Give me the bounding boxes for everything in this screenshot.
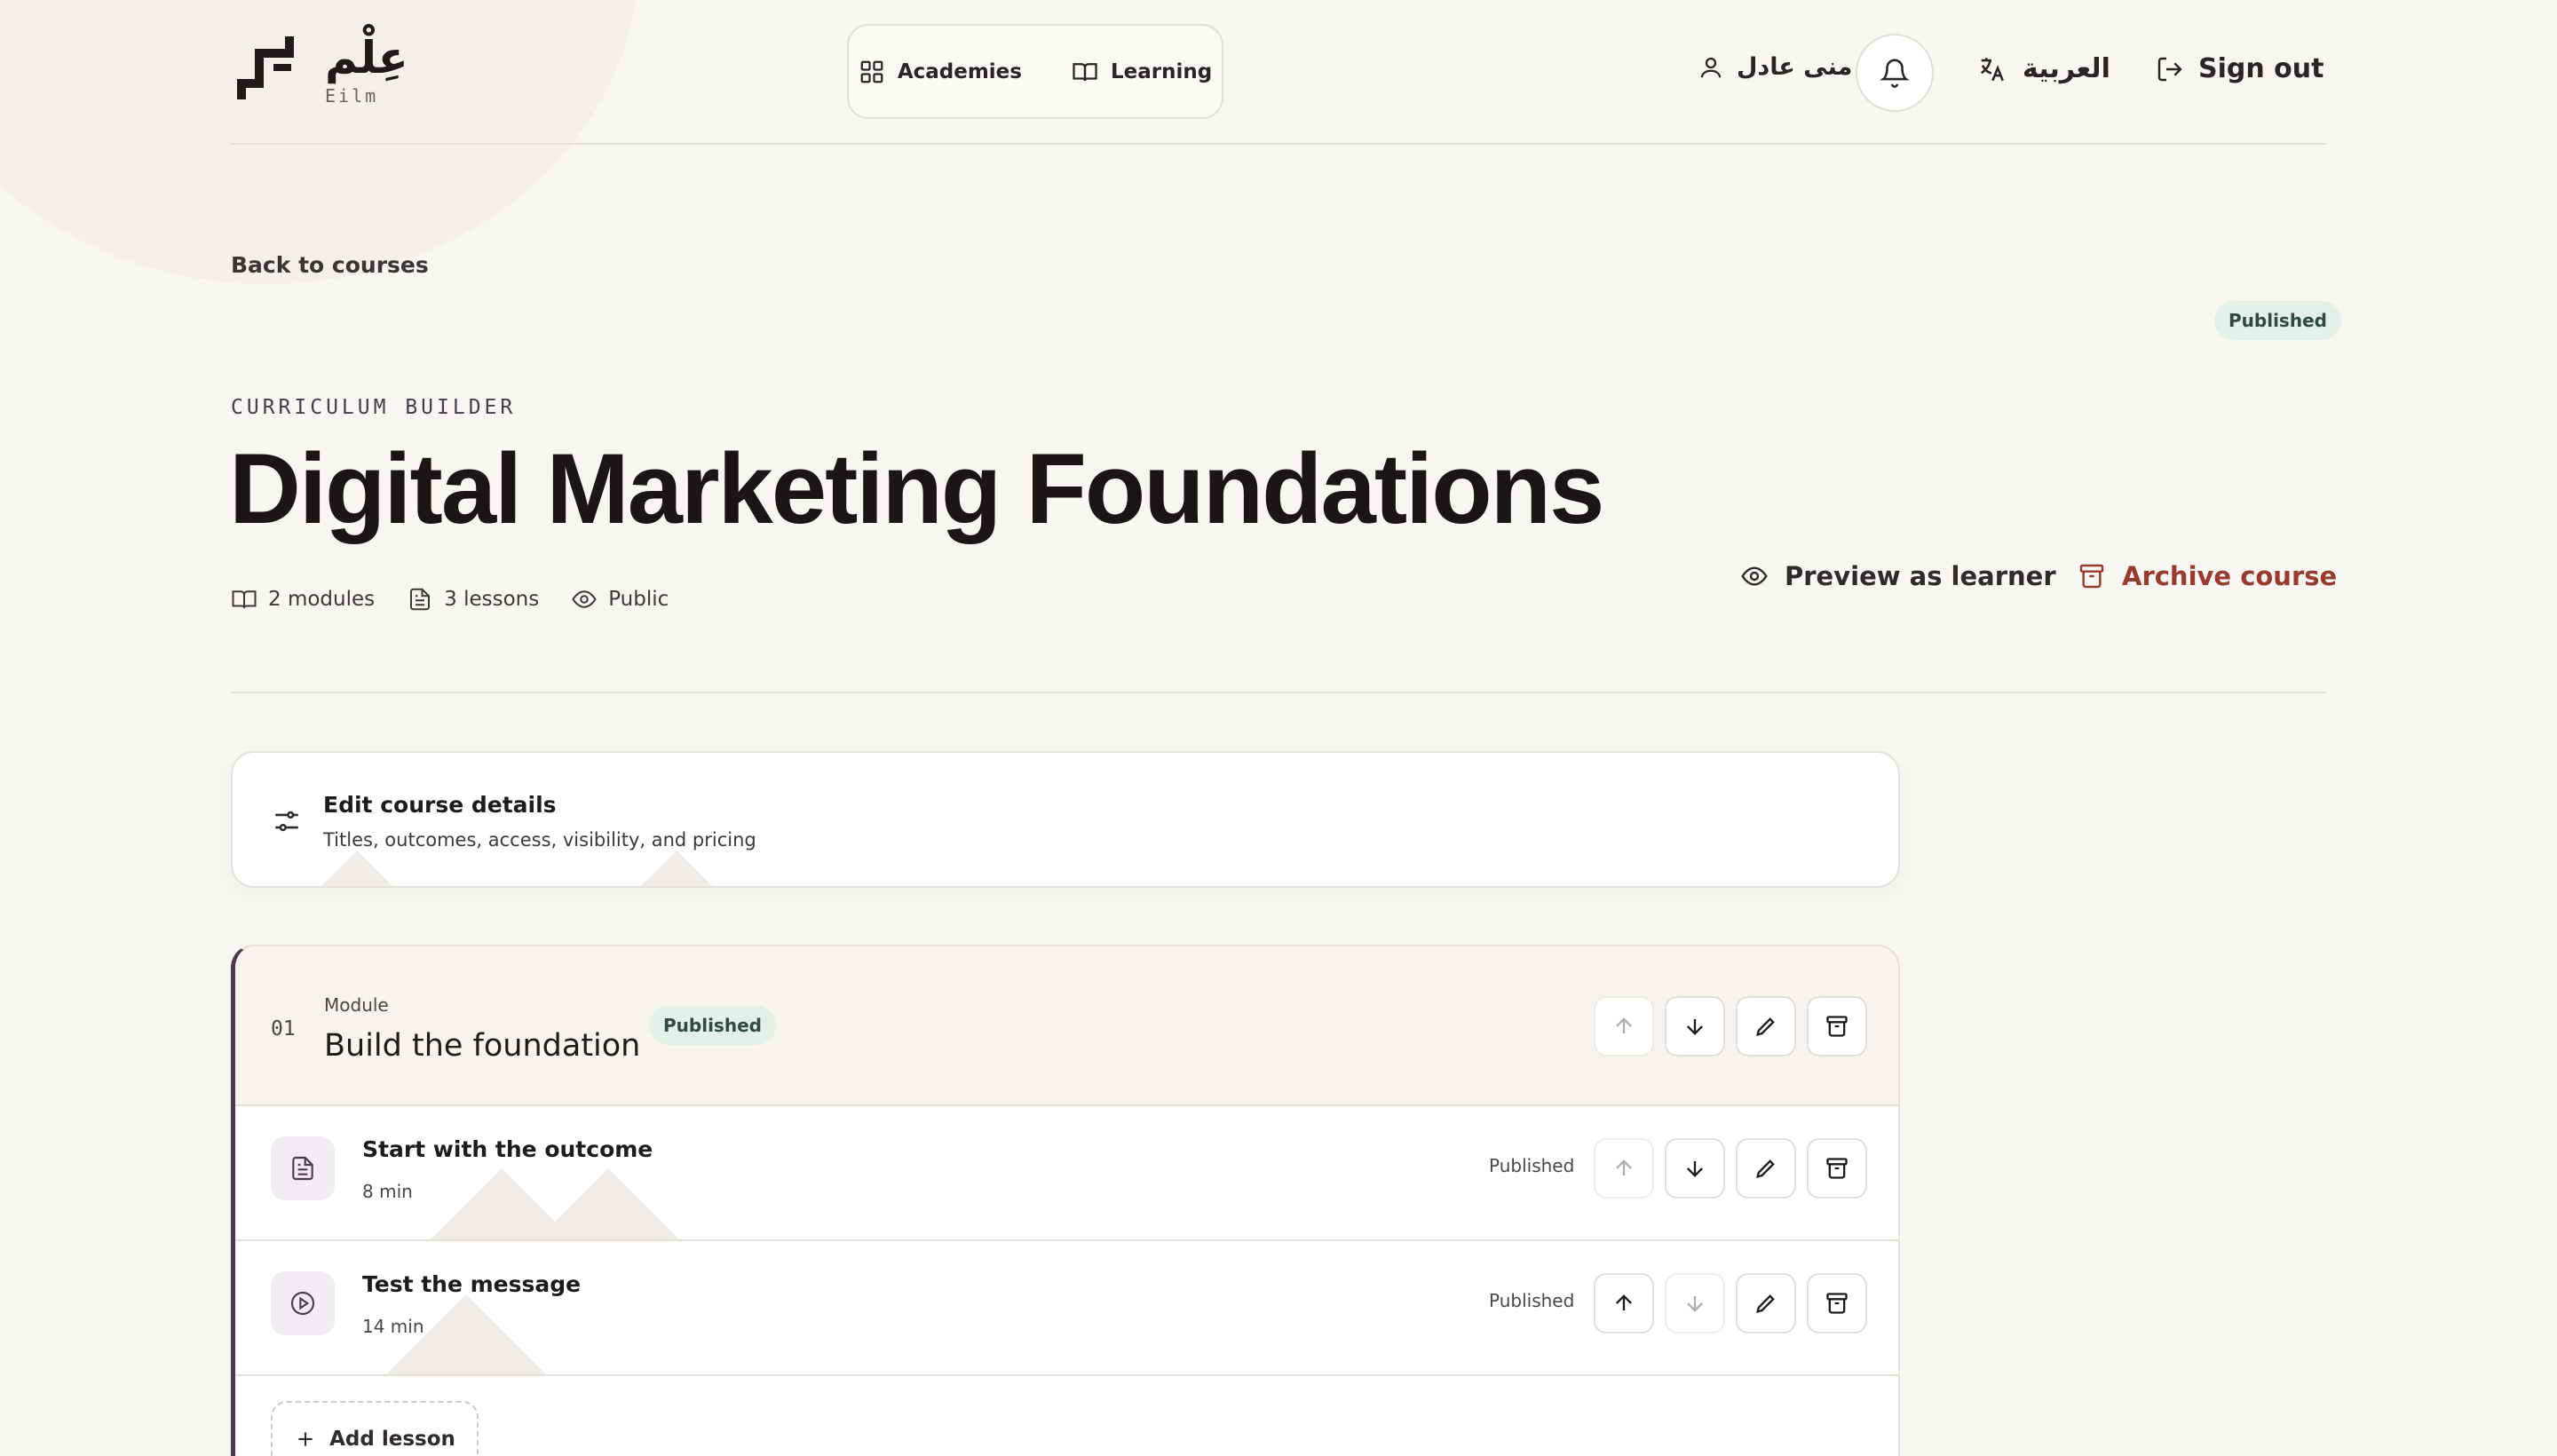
edit-details-subtitle: Titles, outcomes, access, visibility, an… — [323, 829, 756, 851]
lesson-actions — [1594, 1138, 1867, 1199]
meta-modules-label: 2 modules — [268, 588, 376, 611]
brand-latin: Eilm — [325, 85, 379, 107]
move-up-button[interactable] — [1594, 1138, 1654, 1199]
brand-arabic[interactable]: عِلْم — [325, 32, 408, 83]
lesson-row[interactable]: Start with the outcome 8 min Published — [235, 1106, 1898, 1241]
bell-icon — [1880, 59, 1910, 88]
document-icon — [292, 1156, 313, 1181]
pencil-icon — [1756, 1294, 1775, 1313]
lesson-actions — [1594, 1273, 1867, 1333]
eye-icon — [572, 590, 597, 608]
arrow-up-icon — [1616, 1159, 1632, 1176]
nav-academies[interactable]: Academies — [859, 59, 1022, 85]
module-number: 01 — [271, 1017, 296, 1041]
course-meta: 2 modules 3 lessons Public — [231, 586, 669, 613]
meta-lessons: 3 lessons — [407, 586, 539, 613]
archive-label: Archive course — [2122, 561, 2338, 591]
module-title: Build the foundation — [324, 1028, 641, 1064]
back-to-courses-link[interactable]: Back to courses — [231, 252, 429, 278]
preview-label: Preview as learner — [1785, 561, 2056, 591]
nav-academies-label: Academies — [897, 59, 1022, 83]
course-status-badge: Published — [2214, 301, 2341, 340]
meta-visibility: Public — [571, 586, 669, 613]
add-lesson-button[interactable]: Add lesson — [271, 1401, 479, 1456]
edit-button[interactable] — [1736, 1273, 1796, 1333]
arrow-down-icon — [1687, 1018, 1703, 1035]
lesson-status: Published — [1489, 1290, 1575, 1311]
sign-out-label: Sign out — [2198, 53, 2324, 84]
edit-details-title: Edit course details — [323, 792, 557, 818]
module-card: 01 Module Build the foundation Published — [231, 945, 1900, 1456]
lesson-row[interactable]: Test the message 14 min Published — [235, 1241, 1898, 1376]
lesson-status: Published — [1489, 1155, 1575, 1176]
move-up-button[interactable] — [1594, 1273, 1654, 1333]
lesson-duration: 14 min — [362, 1316, 424, 1337]
edit-button[interactable] — [1736, 996, 1796, 1056]
move-down-button[interactable] — [1665, 1273, 1725, 1333]
card-decoration — [286, 851, 428, 886]
page-eyebrow: CURRICULUM BUILDER — [231, 396, 517, 419]
translate-icon — [1980, 57, 2004, 81]
module-header: 01 Module Build the foundation Published — [235, 946, 1898, 1106]
archive-button[interactable] — [1807, 1138, 1867, 1199]
course-title: Digital Marketing Foundations — [229, 433, 1604, 544]
notifications-button[interactable] — [1856, 34, 1934, 112]
user-menu[interactable]: منى عادل — [1698, 53, 1852, 81]
lesson-title: Start with the outcome — [362, 1136, 653, 1162]
arrow-up-icon — [1616, 1294, 1632, 1311]
add-lesson-label: Add lesson — [329, 1428, 455, 1451]
archive-icon — [2079, 564, 2104, 589]
user-name: منى عادل — [1737, 53, 1853, 81]
book-icon — [232, 590, 257, 609]
arrow-down-icon — [1687, 1295, 1703, 1312]
language-label: العربية — [2023, 53, 2110, 84]
document-icon — [410, 588, 431, 611]
row-decoration — [528, 1168, 688, 1239]
pencil-icon — [1756, 1159, 1775, 1178]
language-switcher[interactable]: العربية — [1976, 53, 2110, 84]
nav-learning-label: Learning — [1110, 59, 1213, 83]
user-icon — [1700, 57, 1722, 77]
sliders-icon — [275, 811, 298, 832]
play-icon — [290, 1291, 315, 1316]
move-down-button[interactable] — [1665, 996, 1725, 1056]
arrow-up-icon — [1616, 1017, 1632, 1034]
archive-course-button[interactable]: Archive course — [2078, 561, 2337, 591]
book-icon — [1073, 62, 1097, 81]
logo-mark-icon — [237, 36, 294, 99]
main-nav: Academies Learning — [847, 24, 1223, 119]
module-actions — [1594, 996, 1867, 1056]
archive-button[interactable] — [1807, 996, 1867, 1056]
archive-icon — [1826, 1016, 1848, 1037]
preview-as-learner-button[interactable]: Preview as learner — [1740, 561, 2056, 591]
grid-icon — [860, 60, 883, 83]
archive-icon — [1826, 1158, 1848, 1179]
eye-icon — [1741, 566, 1768, 586]
arrow-down-icon — [1687, 1160, 1703, 1177]
lesson-duration: 8 min — [362, 1181, 413, 1202]
move-up-button[interactable] — [1594, 996, 1654, 1056]
meta-visibility-label: Public — [608, 588, 669, 611]
module-label: Module — [324, 994, 389, 1016]
nav-learning[interactable]: Learning — [1072, 59, 1212, 85]
plus-icon — [298, 1432, 313, 1446]
archive-button[interactable] — [1807, 1273, 1867, 1333]
sign-out-button[interactable]: Sign out — [2156, 53, 2323, 84]
lesson-icon — [271, 1136, 335, 1200]
meta-modules: 2 modules — [231, 586, 375, 613]
move-down-button[interactable] — [1665, 1138, 1725, 1199]
module-status-badge: Published — [649, 1006, 776, 1045]
card-decoration — [606, 851, 748, 886]
archive-icon — [1826, 1293, 1848, 1314]
lesson-title: Test the message — [362, 1271, 582, 1297]
lesson-icon — [271, 1271, 335, 1335]
top-bar: عِلْم Eilm Academies Learning منى عادل ا… — [231, 0, 2326, 145]
section-divider — [231, 692, 2326, 693]
sign-out-icon — [2157, 57, 2182, 81]
meta-lessons-label: 3 lessons — [444, 588, 540, 611]
edit-button[interactable] — [1736, 1138, 1796, 1199]
edit-course-details-card[interactable]: Edit course details Titles, outcomes, ac… — [231, 751, 1900, 888]
pencil-icon — [1756, 1017, 1775, 1036]
